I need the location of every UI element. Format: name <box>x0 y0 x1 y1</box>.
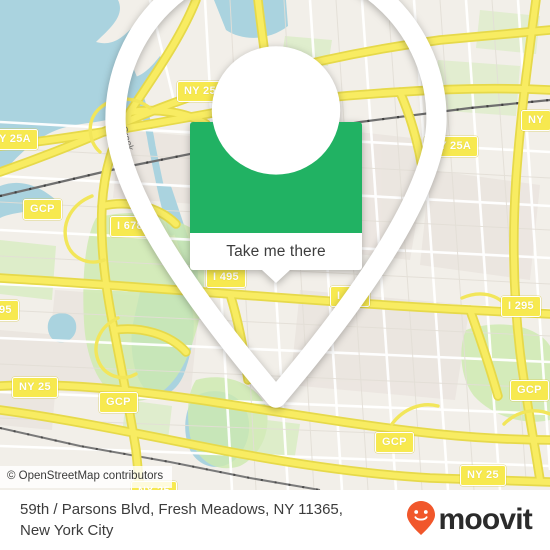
station-callout-card[interactable]: Take me there <box>105 0 447 408</box>
map-canvas[interactable]: Flushing Creek NY 25A NY NY 25A Y 25A GCP I 6… <box>0 0 550 490</box>
moovit-brand-logo: moovit <box>406 500 533 541</box>
osm-attribution[interactable]: © OpenStreetMap contributors <box>0 466 173 488</box>
moovit-wordmark: moovit <box>438 503 532 536</box>
highway-shield: GCP <box>375 432 414 453</box>
moovit-smiley-pin-icon <box>406 500 436 541</box>
moovit-station-map-screen: Flushing Creek NY 25A NY NY 25A Y 25A GCP I 6… <box>0 0 550 550</box>
station-address: 59th / Parsons Blvd, Fresh Meadows, NY 1… <box>20 499 343 542</box>
footer-bar: 59th / Parsons Blvd, Fresh Meadows, NY 1… <box>0 490 550 550</box>
station-address-line1: 59th / Parsons Blvd, Fresh Meadows, NY 1… <box>20 500 343 518</box>
map-pin-icon <box>1 0 550 423</box>
take-me-there-label: Take me there <box>226 242 326 260</box>
callout-pointer-tail <box>262 270 290 283</box>
callout-action-area[interactable]: Take me there <box>190 233 362 283</box>
callout-icon-area <box>105 0 447 408</box>
station-address-line2: New York City <box>20 522 114 539</box>
highway-shield: NY 25 <box>460 465 506 486</box>
